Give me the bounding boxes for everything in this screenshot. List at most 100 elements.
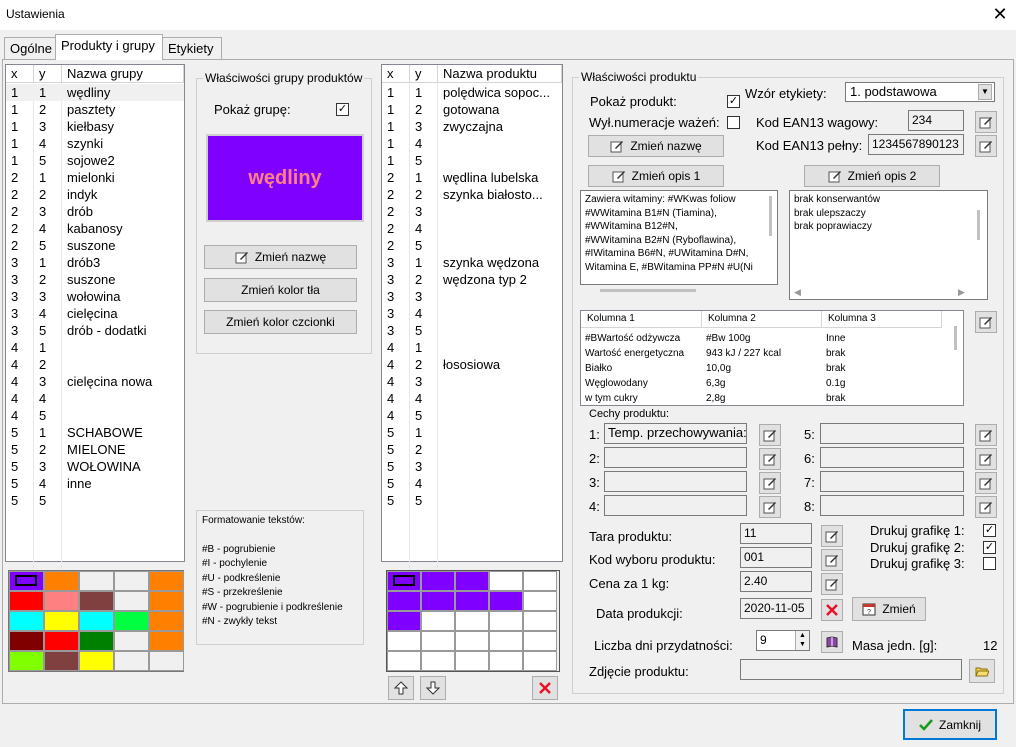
- groups-grid[interactable]: x y Nazwa grupy 1 1 wędliny 1 2 pasztety 1 3 kiełba…: [5, 64, 185, 581]
- feature-field[interactable]: [820, 447, 964, 468]
- table-row[interactable]: 5 4 inne: [6, 475, 184, 492]
- feature-field[interactable]: [604, 471, 747, 492]
- palette-cell[interactable]: [455, 611, 489, 631]
- show-product-checkbox[interactable]: ✓: [727, 95, 740, 108]
- palette-cell[interactable]: [387, 651, 421, 671]
- palette-cell[interactable]: [79, 571, 114, 591]
- table-row[interactable]: 55: [6, 492, 184, 509]
- table-row[interactable]: 53: [382, 458, 562, 475]
- palette-cell[interactable]: [489, 631, 523, 651]
- photo-path-field[interactable]: [740, 659, 962, 680]
- weigh-numbering-checkbox[interactable]: [727, 116, 740, 129]
- palette-cell[interactable]: [421, 591, 455, 611]
- desc1-hscroll[interactable]: [600, 289, 696, 292]
- table-row[interactable]: 3 1 szynka wędzona: [382, 254, 562, 271]
- palette-cell[interactable]: [455, 591, 489, 611]
- palette-cell[interactable]: [114, 571, 149, 591]
- edit-code-button[interactable]: [821, 549, 843, 571]
- table-row[interactable]: 4 3 cielęcina nowa: [6, 373, 184, 390]
- palette-cell[interactable]: [523, 591, 557, 611]
- products-grid[interactable]: x y Nazwa produktu 1 1 polędwica sopoc... 1 2 go…: [381, 64, 563, 581]
- product-code-field[interactable]: 001: [740, 547, 812, 568]
- table-row[interactable]: 52: [382, 441, 562, 458]
- table-row[interactable]: 2 2 indyk: [6, 186, 184, 203]
- table-row[interactable]: 1 2 pasztety: [6, 101, 184, 118]
- nutrition-row[interactable]: Węglowodany 6,3g 0.1g: [581, 376, 942, 391]
- table-row[interactable]: 43: [382, 373, 562, 390]
- palette-cell[interactable]: [9, 611, 44, 631]
- close-button[interactable]: Zamknij: [903, 709, 997, 740]
- edit-feature-button[interactable]: [759, 424, 781, 446]
- table-row[interactable]: 3 4 cielęcina: [6, 305, 184, 322]
- table-row[interactable]: 1 3 kiełbasy: [6, 118, 184, 135]
- print-graphic-2-checkbox[interactable]: ✓: [983, 541, 996, 554]
- palette-cell[interactable]: [387, 631, 421, 651]
- feature-field[interactable]: [604, 495, 747, 516]
- table-row[interactable]: 3 3 wołowina: [6, 288, 184, 305]
- shelf-life-book-button[interactable]: [821, 631, 843, 653]
- palette-cell[interactable]: [387, 611, 421, 631]
- move-down-button[interactable]: [420, 676, 446, 700]
- rename-product-button[interactable]: Zmień nazwę: [588, 135, 724, 157]
- desc1-vscroll[interactable]: [769, 196, 772, 236]
- palette-cell[interactable]: [421, 631, 455, 651]
- palette-cell[interactable]: [149, 651, 184, 671]
- edit-feature-button[interactable]: [759, 472, 781, 494]
- nutrition-vscroll[interactable]: [954, 326, 957, 350]
- change-font-color-button[interactable]: Zmień kolor czcionki: [204, 310, 357, 334]
- feature-field[interactable]: [820, 423, 964, 444]
- palette-cell[interactable]: [489, 651, 523, 671]
- palette-cell[interactable]: [9, 651, 44, 671]
- table-row[interactable]: 54: [382, 475, 562, 492]
- table-row[interactable]: 2 1 wędlina lubelska: [382, 169, 562, 186]
- palette-cell[interactable]: [455, 631, 489, 651]
- palette-cell[interactable]: [455, 651, 489, 671]
- table-row[interactable]: 5 2 MIELONE: [6, 441, 184, 458]
- table-row[interactable]: 55: [382, 492, 562, 509]
- table-row[interactable]: 3 5 drób - dodatki: [6, 322, 184, 339]
- scroll-right-icon[interactable]: ▶: [958, 287, 965, 298]
- feature-field[interactable]: [604, 447, 747, 468]
- nutrition-row[interactable]: w tym cukry 2,8g brak: [581, 391, 942, 406]
- table-row[interactable]: 23: [382, 203, 562, 220]
- edit-price-button[interactable]: [821, 573, 843, 595]
- palette-cell[interactable]: [523, 651, 557, 671]
- palette-cell[interactable]: [114, 631, 149, 651]
- table-row[interactable]: 5 1 SCHABOWE: [6, 424, 184, 441]
- tab-products-groups[interactable]: Produkty i grupy: [55, 34, 163, 60]
- table-row[interactable]: 14: [382, 135, 562, 152]
- table-row[interactable]: 45: [6, 407, 184, 424]
- edit-ean-weight-button[interactable]: [975, 111, 997, 133]
- edit-feature-button[interactable]: [975, 472, 997, 494]
- ean-weight-field[interactable]: 234: [908, 110, 964, 131]
- edit-feature-button[interactable]: [975, 496, 997, 518]
- palette-cell[interactable]: [44, 651, 79, 671]
- table-row[interactable]: 2 4 kabanosy: [6, 220, 184, 237]
- palette-cell[interactable]: [44, 611, 79, 631]
- palette-cell[interactable]: [114, 611, 149, 631]
- palette-cell[interactable]: [79, 651, 114, 671]
- edit-tara-button[interactable]: [821, 525, 843, 547]
- table-row[interactable]: 35: [382, 322, 562, 339]
- rename-group-button[interactable]: Zmień nazwę: [204, 245, 357, 269]
- production-date-field[interactable]: 2020-11-05: [740, 598, 812, 619]
- table-row[interactable]: 2 5 suszone: [6, 237, 184, 254]
- table-row[interactable]: 42: [6, 356, 184, 373]
- description-2-box[interactable]: brak konserwantów brak ulepszaczy brak pop…: [789, 190, 988, 300]
- table-row[interactable]: 44: [6, 390, 184, 407]
- table-row[interactable]: 33: [382, 288, 562, 305]
- change-desc2-button[interactable]: Zmień opis 2: [804, 165, 940, 187]
- palette-cell[interactable]: [44, 631, 79, 651]
- palette-cell[interactable]: [149, 571, 184, 591]
- feature-field[interactable]: Temp. przechowywania:: [604, 423, 747, 444]
- palette-cell[interactable]: [489, 591, 523, 611]
- table-row[interactable]: 44: [382, 390, 562, 407]
- edit-nutrition-button[interactable]: [975, 311, 997, 333]
- palette-cell[interactable]: [149, 631, 184, 651]
- table-row[interactable]: 41: [382, 339, 562, 356]
- palette-cell[interactable]: [44, 571, 79, 591]
- palette-cell[interactable]: [523, 571, 557, 591]
- table-row[interactable]: 1 1 polędwica sopoc...: [382, 84, 562, 101]
- product-palette[interactable]: [386, 570, 560, 672]
- show-group-checkbox[interactable]: ✓: [336, 103, 349, 116]
